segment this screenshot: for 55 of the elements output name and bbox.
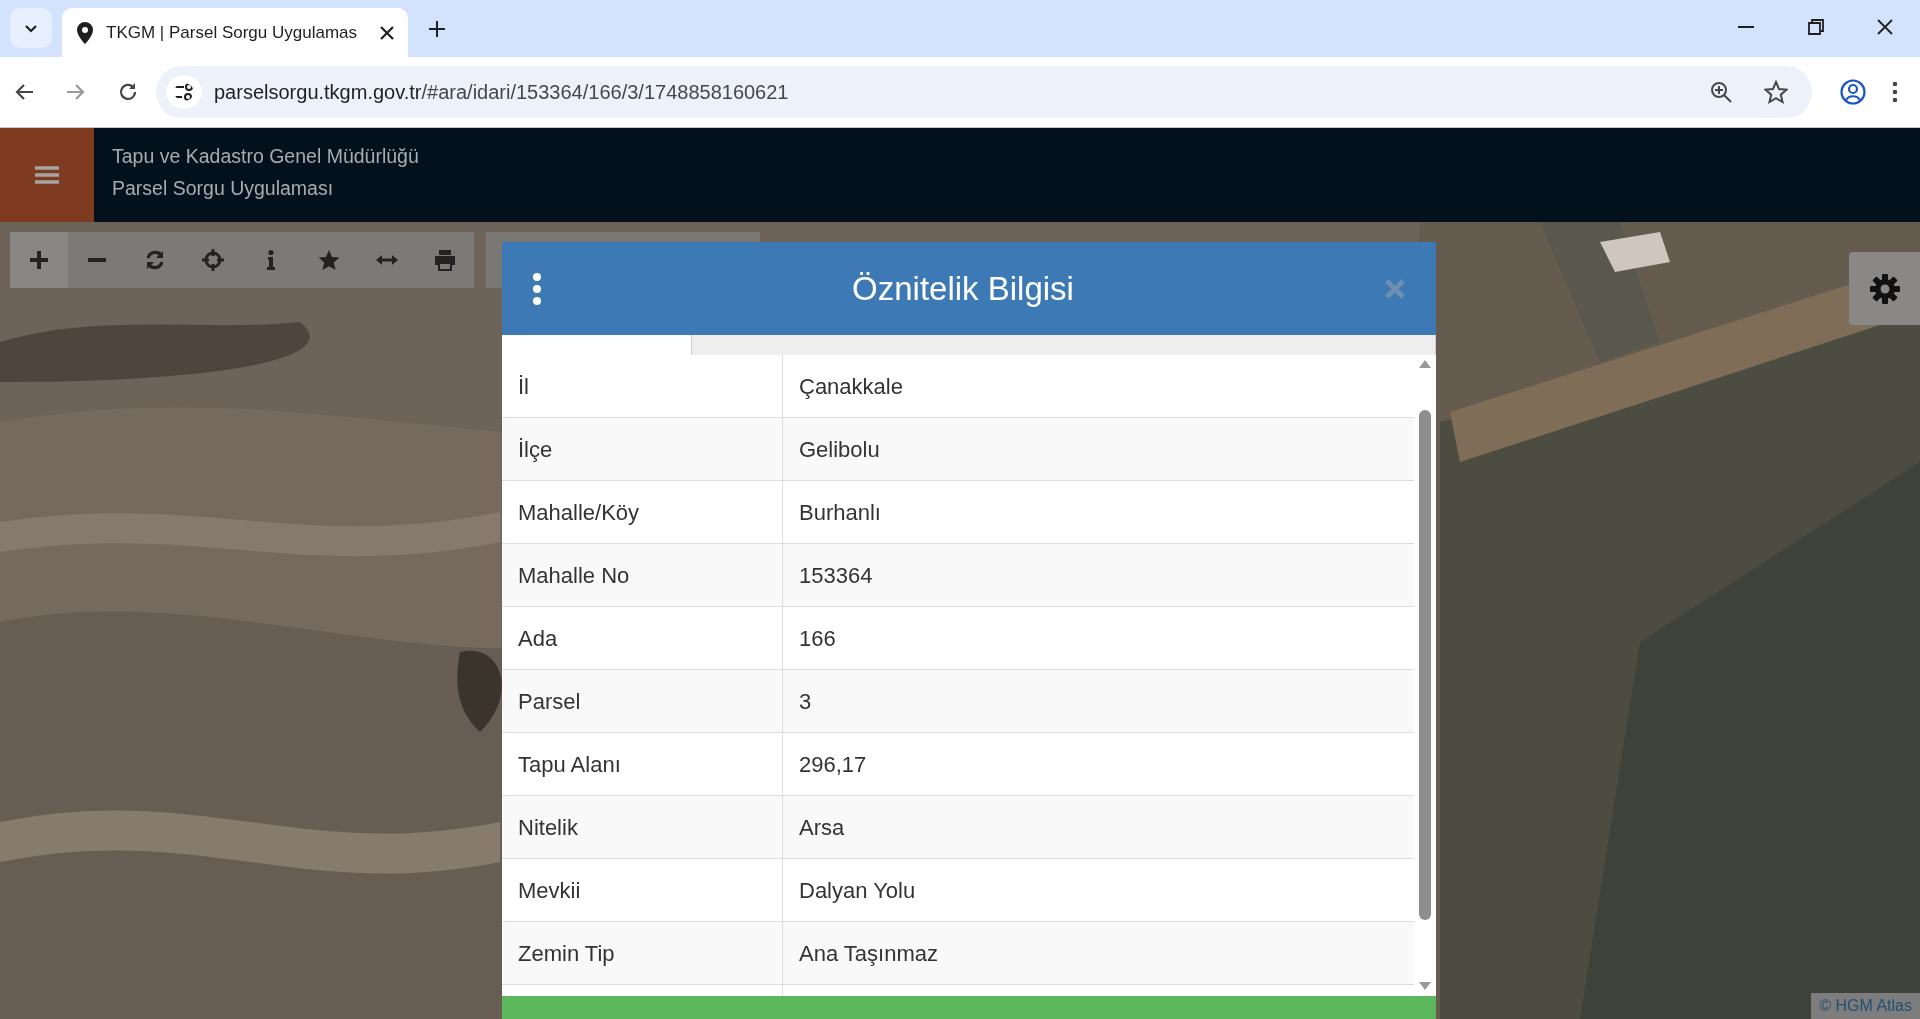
bookmark-star-icon[interactable]: [1764, 80, 1788, 104]
address-bar[interactable]: parselsorgu.tkgm.gov.tr/#ara/idari/153364/166/3/1748858160621: [156, 66, 1812, 118]
menu-icon[interactable]: [1892, 81, 1898, 103]
printer-icon: [434, 249, 456, 271]
plus-icon: [28, 249, 50, 271]
attribute-label: Mevkii: [518, 876, 581, 905]
attribute-label: Parsel: [518, 687, 581, 716]
menu-icon: [35, 165, 59, 185]
attribute-value: Gelibolu: [799, 435, 880, 464]
attribute-value: Arsa: [799, 813, 845, 842]
application-name: Parsel Sorgu Uygulaması: [112, 176, 335, 201]
restore-icon[interactable]: [1808, 19, 1824, 35]
attribute-value: Ana Taşınmaz: [799, 939, 938, 968]
attribute-value: 3: [799, 687, 812, 716]
attribute-label: Tapu Alanı: [518, 750, 621, 779]
attribute-value: Burhanlı: [799, 498, 881, 527]
attribute-value: Dalyan Yolu: [799, 876, 916, 905]
site-settings-icon[interactable]: [166, 75, 202, 109]
settings-button[interactable]: [1849, 252, 1920, 325]
attribute-value: 296,17: [799, 750, 867, 779]
attribute-label: İlçe: [518, 435, 553, 464]
crosshair-icon: [202, 249, 224, 271]
map-pin-icon: [76, 20, 94, 45]
close-window-icon[interactable]: [1877, 19, 1893, 35]
options-icon[interactable]: [532, 272, 542, 305]
menu-button[interactable]: [0, 128, 94, 222]
tab-title: TKGM | Parsel Sorgu Uygulamas: [106, 21, 358, 44]
forward-icon[interactable]: [66, 82, 86, 102]
star-icon: [318, 249, 340, 271]
zoom-icon[interactable]: [1710, 81, 1732, 103]
toolbar-button[interactable]: [10, 232, 68, 288]
new-tab-icon[interactable]: [428, 20, 446, 38]
scroll-down-icon[interactable]: [1419, 982, 1431, 990]
attribute-label: İl: [518, 372, 529, 401]
settings-icon: [1868, 272, 1901, 305]
scroll-up-icon[interactable]: [1419, 360, 1431, 368]
close-icon[interactable]: [380, 25, 394, 40]
minus-icon: [86, 258, 108, 262]
attribute-label: Mahalle No: [518, 561, 630, 590]
back-icon[interactable]: [14, 82, 34, 102]
reload-icon[interactable]: [118, 82, 138, 102]
organization-name: Tapu ve Kadastro Genel Müdürlüğü: [112, 144, 419, 169]
attribute-value: 153364: [799, 561, 873, 590]
browser-tab[interactable]: TKGM | Parsel Sorgu Uygulamas: [62, 8, 408, 57]
attribute-label: Zemin Tip: [518, 939, 615, 968]
map-attribution: © HGM Atlas: [1811, 993, 1920, 1019]
attribute-value: 166: [799, 624, 836, 653]
refresh-icon: [144, 249, 166, 271]
url-text: parselsorgu.tkgm.gov.tr/#ara/idari/153364/166/3/1748858160621: [214, 80, 790, 105]
attribute-label: Nitelik: [518, 813, 578, 842]
attribute-label: Mahalle/Köy: [518, 498, 640, 527]
dialog-title: Öznitelik Bilgisi: [851, 268, 1075, 309]
profile-icon[interactable]: [1840, 79, 1866, 105]
attribute-value: Çanakkale: [799, 372, 903, 401]
attribute-label: Ada: [518, 624, 558, 653]
